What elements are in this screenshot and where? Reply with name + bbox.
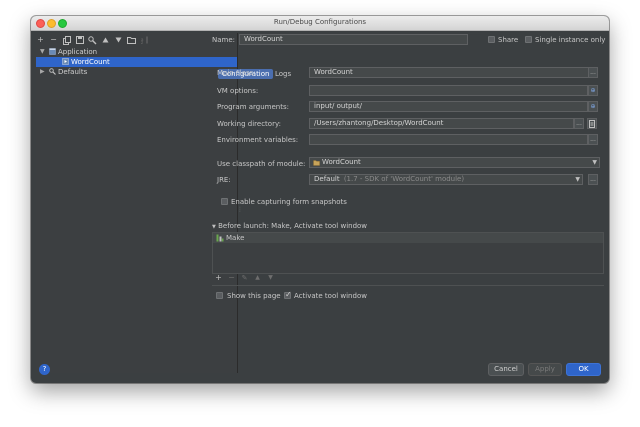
move-up-button[interactable]: [100, 35, 111, 45]
vm-options-input[interactable]: [309, 85, 588, 96]
arrow-up-icon: [102, 37, 109, 43]
chevron-down-icon[interactable]: ▼: [40, 47, 45, 57]
jre-value: Default: [314, 175, 340, 183]
splitter-handle[interactable]: ⋮: [237, 207, 243, 216]
chevron-down-icon: ▼: [575, 176, 580, 183]
move-task-up-button[interactable]: ▲: [253, 273, 262, 283]
tree-toolbar: + − az: [35, 35, 150, 45]
move-down-button[interactable]: [113, 35, 124, 45]
tree-item-label: WordCount: [71, 58, 110, 66]
module-folder-icon: [313, 160, 320, 166]
configurations-tree-panel: [36, 33, 238, 373]
sort-button[interactable]: az: [139, 35, 150, 45]
remove-task-button[interactable]: −: [227, 273, 236, 283]
name-label: Name:: [212, 36, 236, 44]
before-launch-header[interactable]: ▼ Before launch: Make, Activate tool win…: [212, 221, 367, 232]
main-class-input[interactable]: WordCount: [309, 67, 589, 78]
jre-label: JRE:: [217, 176, 231, 184]
tab-logs[interactable]: Logs: [271, 69, 295, 79]
tree-item-label: Application: [58, 48, 98, 56]
chevron-right-icon[interactable]: ▶: [40, 67, 45, 77]
copy-configuration-button[interactable]: [61, 35, 72, 45]
add-configuration-button[interactable]: +: [35, 35, 46, 45]
configurations-tree: ▼ Application WordCount ▶ Defaults: [36, 47, 237, 77]
save-configuration-button[interactable]: [74, 35, 85, 45]
environment-variables-browse-button[interactable]: ...: [588, 134, 598, 145]
move-task-down-button[interactable]: ▼: [266, 273, 275, 283]
show-page-label: Show this page: [227, 292, 281, 300]
classpath-module-value: WordCount: [322, 158, 361, 166]
edit-task-button[interactable]: ✎: [240, 273, 249, 283]
jre-browse-button[interactable]: ...: [588, 174, 598, 185]
tree-item-defaults[interactable]: ▶ Defaults: [36, 67, 237, 77]
save-icon: [75, 36, 84, 44]
svg-text:z: z: [141, 40, 143, 44]
title-bar: Run/Debug Configurations: [31, 16, 609, 31]
form-snapshots-checkbox[interactable]: [221, 198, 228, 205]
cancel-button[interactable]: Cancel: [488, 363, 524, 376]
window-title: Run/Debug Configurations: [273, 18, 367, 26]
environment-variables-input[interactable]: [309, 134, 588, 145]
main-class-browse-button[interactable]: ...: [588, 67, 598, 78]
apply-button[interactable]: Apply: [528, 363, 562, 376]
tree-item-application[interactable]: ▼ Application: [36, 47, 237, 57]
make-icon: [216, 234, 224, 242]
edit-defaults-button[interactable]: [87, 35, 98, 45]
form-snapshots-label: Enable capturing form snapshots: [231, 198, 347, 206]
single-instance-label: Single instance only: [535, 36, 606, 44]
chevron-down-icon: ▼: [592, 159, 597, 166]
show-page-checkbox[interactable]: [216, 292, 223, 299]
name-input[interactable]: WordCount: [239, 34, 468, 45]
environment-variables-label: Environment variables:: [217, 136, 299, 144]
tree-item-label: Defaults: [58, 68, 88, 76]
working-directory-label: Working directory:: [217, 120, 281, 128]
folder-button[interactable]: [126, 35, 137, 45]
defaults-wrench-icon: [49, 68, 56, 75]
list-item[interactable]: Make: [213, 233, 603, 243]
tree-item-wordcount[interactable]: WordCount: [36, 57, 237, 67]
before-launch-list: Make: [212, 232, 604, 274]
classpath-module-label: Use classpath of module:: [217, 160, 306, 168]
copy-icon: [62, 35, 71, 45]
program-arguments-expand-button[interactable]: ⊕: [588, 101, 598, 112]
wrench-icon: [88, 35, 97, 44]
jre-select[interactable]: Default (1.7 - SDK of 'WordCount' module…: [309, 174, 583, 185]
list-item-label: Make: [226, 234, 245, 242]
help-button[interactable]: ?: [39, 364, 50, 375]
working-directory-browse-button[interactable]: ...: [574, 118, 584, 129]
document-icon: [589, 119, 595, 128]
application-icon: [49, 48, 56, 55]
add-task-button[interactable]: +: [214, 273, 223, 283]
program-arguments-input[interactable]: input/ output/: [309, 101, 588, 112]
working-directory-input[interactable]: /Users/zhantong/Desktop/WordCount: [309, 118, 574, 129]
program-arguments-label: Program arguments:: [217, 103, 289, 111]
run-debug-configurations-window: Run/Debug Configurations + − az ▼ Applic…: [31, 16, 609, 383]
before-launch-title: Before launch: Make, Activate tool windo…: [218, 222, 368, 230]
sort-icon: az: [141, 36, 147, 44]
share-label: Share: [498, 36, 519, 44]
activate-tool-window-checkbox[interactable]: [284, 290, 292, 299]
run-configuration-icon: [62, 58, 69, 65]
folder-icon: [127, 37, 136, 44]
vm-options-expand-button[interactable]: ⊕: [588, 85, 598, 96]
working-directory-macro-button[interactable]: [587, 118, 597, 129]
before-launch-toolbar: + − ✎ ▲ ▼: [214, 273, 275, 283]
vm-options-label: VM options:: [217, 87, 259, 95]
arrow-down-icon: [115, 37, 122, 43]
divider: [212, 285, 604, 286]
single-instance-checkbox[interactable]: [525, 36, 532, 43]
share-checkbox[interactable]: [488, 36, 495, 43]
jre-hint: (1.7 - SDK of 'WordCount' module): [343, 175, 465, 183]
ok-button[interactable]: OK: [566, 363, 601, 376]
activate-tool-window-label: Activate tool window: [294, 292, 367, 300]
remove-configuration-button[interactable]: −: [48, 35, 59, 45]
classpath-module-select[interactable]: WordCount ▼: [309, 157, 600, 168]
main-class-label: Main class:: [217, 69, 256, 77]
chevron-down-icon: ▼: [212, 224, 216, 230]
